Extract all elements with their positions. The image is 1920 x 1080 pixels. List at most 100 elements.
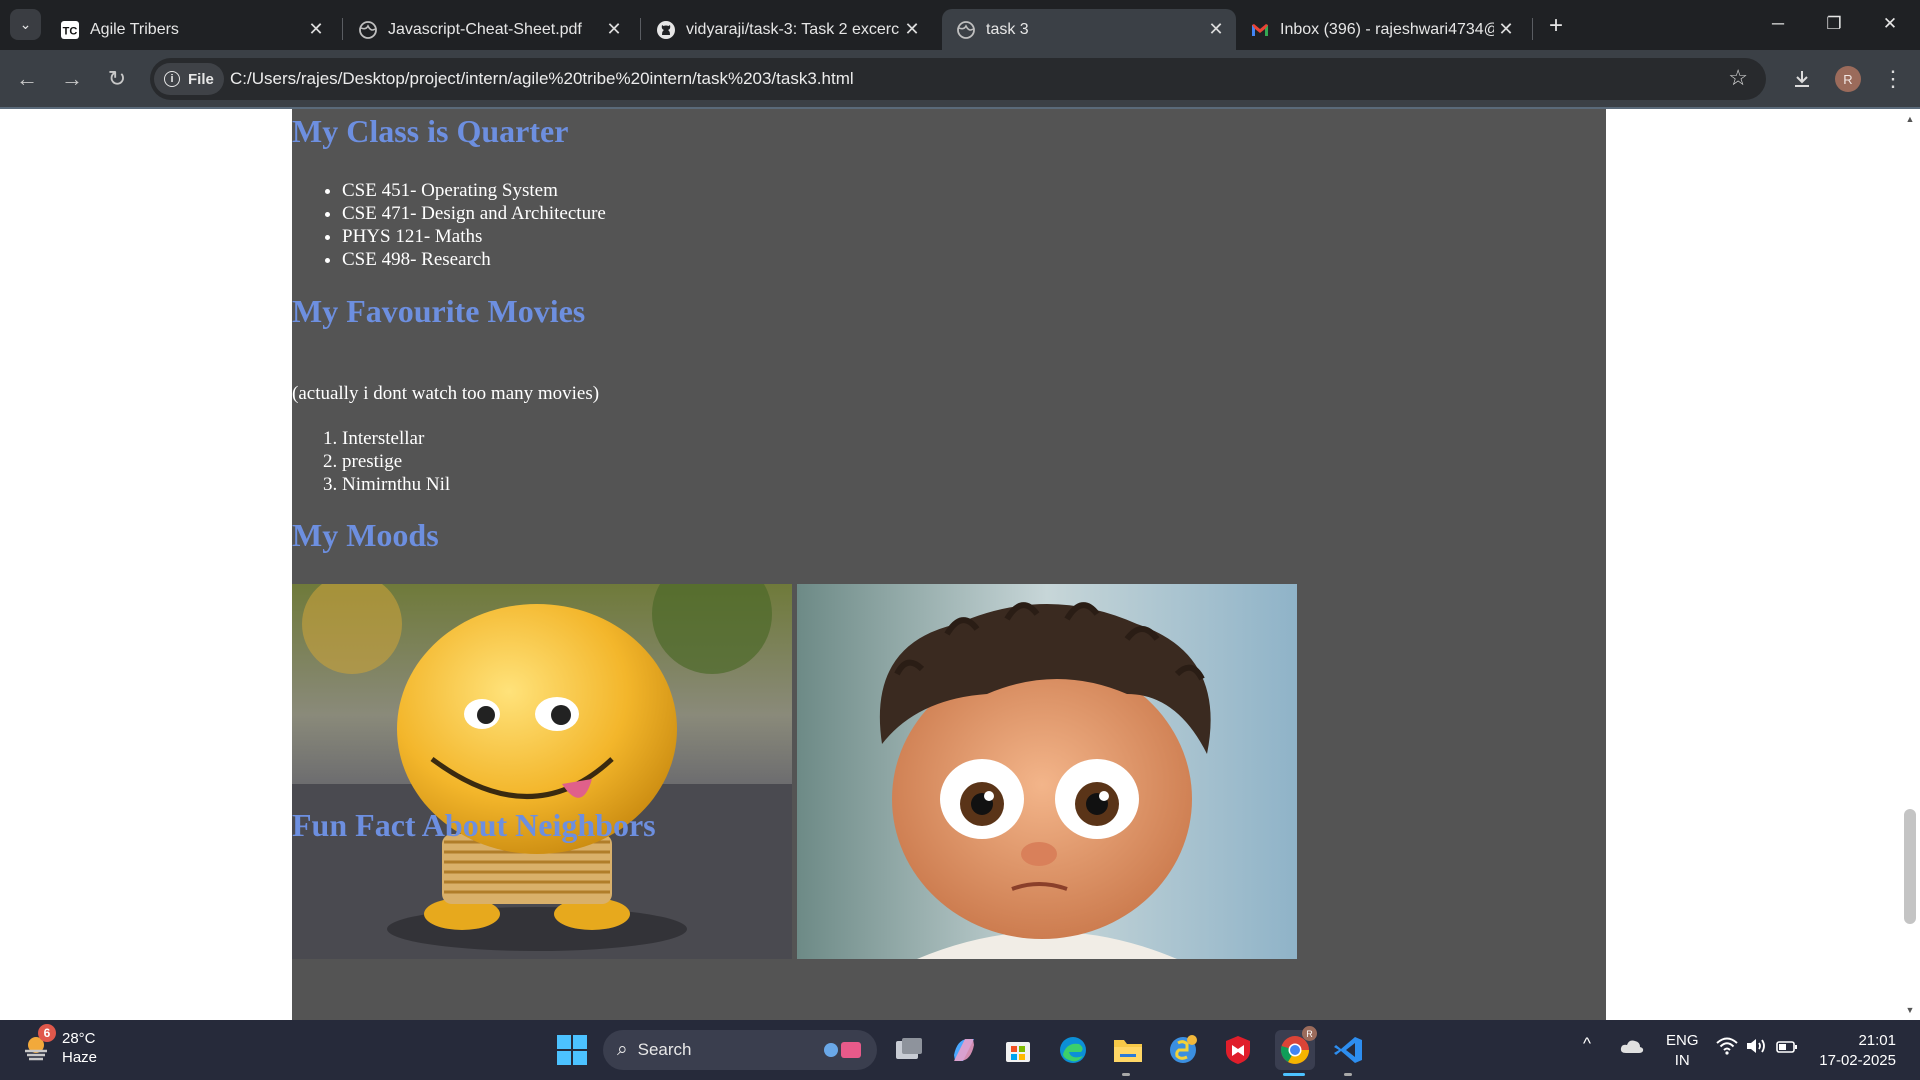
close-icon[interactable]: ✕ xyxy=(602,18,626,42)
tab-separator xyxy=(342,18,343,40)
list-item: Interstellar xyxy=(342,427,450,450)
bookmark-star-icon[interactable]: ☆ xyxy=(1728,65,1748,91)
reload-icon[interactable]: ↻ xyxy=(101,63,133,95)
profile-badge-icon: R xyxy=(1302,1026,1317,1041)
tab-agile-tribers[interactable]: TC Agile Tribers ✕ xyxy=(46,9,336,50)
taskbar-search[interactable]: ⌕ Search xyxy=(603,1030,877,1070)
tab-separator xyxy=(1532,18,1533,40)
restore-icon[interactable]: ❐ xyxy=(1806,6,1862,42)
onedrive-cloud-icon[interactable] xyxy=(1620,1038,1644,1059)
search-highlight-icon xyxy=(821,1039,865,1066)
list-item: PHYS 121- Maths xyxy=(342,225,606,248)
back-arrow-icon[interactable]: ← xyxy=(11,63,43,95)
weather-badge: 6 xyxy=(38,1024,56,1042)
address-bar[interactable]: i File C:/Users/rajes/Desktop/project/in… xyxy=(150,58,1766,100)
gmail-icon xyxy=(1250,20,1270,40)
globe-icon xyxy=(358,20,378,40)
list-item: CSE 451- Operating System xyxy=(342,179,606,202)
tab-task-3[interactable]: task 3 ✕ xyxy=(942,9,1236,50)
tab-search-button[interactable]: ⌄ xyxy=(10,9,41,40)
close-icon[interactable]: ✕ xyxy=(900,18,924,42)
weather-condition: Haze xyxy=(62,1049,98,1066)
battery-icon[interactable] xyxy=(1776,1039,1798,1059)
moods-heading: My Moods xyxy=(292,517,439,553)
task-view-icon[interactable] xyxy=(891,1032,927,1068)
scrollbar-thumb[interactable] xyxy=(1904,809,1916,924)
movies-note: (actually i dont watch too many movies) xyxy=(292,383,600,404)
movies-heading: My Favourite Movies xyxy=(292,293,586,329)
tab-title: vidyaraji/task-3: Task 2 excercise xyxy=(686,20,900,38)
system-clock[interactable]: 21:01 17-02-2025 xyxy=(1816,1031,1896,1071)
weather-widget[interactable]: 6 28°C Haze xyxy=(22,1024,98,1067)
tab-title: Inbox (396) - rajeshwari4734@gmail.com xyxy=(1280,20,1494,38)
class-heading: My Class is Quarter xyxy=(292,113,569,149)
python-ide-icon[interactable] xyxy=(1165,1032,1201,1068)
copilot-icon[interactable] xyxy=(946,1032,982,1068)
language-indicator[interactable]: ENG IN xyxy=(1666,1031,1699,1071)
globe-icon xyxy=(956,20,976,40)
info-icon: i xyxy=(164,71,180,87)
tab-separator xyxy=(640,18,641,40)
mood-image-smiley-toy xyxy=(292,584,792,959)
svg-text:TC: TC xyxy=(63,25,78,37)
download-icon[interactable] xyxy=(1787,64,1817,94)
weather-temp: 28°C xyxy=(62,1030,96,1047)
volume-icon[interactable] xyxy=(1745,1037,1767,1060)
close-icon[interactable]: ✕ xyxy=(1204,18,1228,42)
windows-start-icon[interactable] xyxy=(556,1034,588,1066)
vscode-icon[interactable] xyxy=(1331,1032,1367,1068)
windows-taskbar: 6 28°C Haze ⌕ Search R ^ ENG IN 21:01 17… xyxy=(0,1020,1920,1080)
tc-logo-icon: TC xyxy=(60,20,80,40)
kebab-menu-icon[interactable]: ⋮ xyxy=(1878,64,1908,94)
tab-javascript-cheat-sheet[interactable]: Javascript-Cheat-Sheet.pdf ✕ xyxy=(344,9,634,50)
list-item: CSE 498- Research xyxy=(342,248,606,271)
site-info-chip[interactable]: i File xyxy=(154,63,224,95)
list-item: CSE 471- Design and Architecture xyxy=(342,202,606,225)
github-icon xyxy=(656,20,676,40)
file-explorer-icon[interactable] xyxy=(1110,1032,1146,1068)
class-list: CSE 451- Operating System CSE 471- Desig… xyxy=(342,179,606,271)
running-indicator xyxy=(1344,1073,1352,1076)
forward-arrow-icon[interactable]: → xyxy=(56,63,88,95)
chevron-down-icon: ⌄ xyxy=(19,16,32,32)
tray-overflow-chevron-icon[interactable]: ^ xyxy=(1583,1034,1591,1054)
page-viewport: My Class is Quarter CSE 451- Operating S… xyxy=(0,109,1920,1020)
tab-gmail-inbox[interactable]: Inbox (396) - rajeshwari4734@gmail.com ✕ xyxy=(1236,9,1526,50)
scroll-up-arrow-icon[interactable]: ▲ xyxy=(1900,111,1920,127)
search-placeholder: Search xyxy=(637,1040,692,1059)
active-indicator xyxy=(1283,1073,1305,1076)
microsoft-store-icon[interactable] xyxy=(1000,1032,1036,1068)
close-window-icon[interactable]: ✕ xyxy=(1862,6,1918,42)
running-indicator xyxy=(1122,1073,1130,1076)
region-code: IN xyxy=(1674,1052,1690,1069)
mcafee-shield-icon[interactable] xyxy=(1220,1032,1256,1068)
scroll-down-arrow-icon[interactable]: ▼ xyxy=(1900,1002,1920,1018)
edge-browser-icon[interactable] xyxy=(1055,1032,1091,1068)
list-item: prestige xyxy=(342,450,450,473)
list-item: Nimirnthu Nil xyxy=(342,473,450,496)
tab-title: Agile Tribers xyxy=(90,20,179,38)
tab-strip: ⌄ TC Agile Tribers ✕ Javascript-Cheat-Sh… xyxy=(0,0,1920,50)
clock-date: 17-02-2025 xyxy=(1819,1052,1896,1069)
neighbors-heading: Fun Fact About Neighbors xyxy=(292,807,656,843)
browser-toolbar: ← → ↻ i File C:/Users/rajes/Desktop/proj… xyxy=(0,50,1920,108)
close-icon[interactable]: ✕ xyxy=(304,18,328,42)
movies-list: Interstellar prestige Nimirnthu Nil xyxy=(342,427,450,496)
language-code: ENG xyxy=(1666,1032,1699,1049)
tab-title: task 3 xyxy=(986,20,1029,38)
chip-label: File xyxy=(188,70,214,88)
url-text[interactable]: C:/Users/rajes/Desktop/project/intern/ag… xyxy=(230,69,854,89)
minimize-icon[interactable]: ─ xyxy=(1750,6,1806,42)
clock-time: 21:01 xyxy=(1858,1032,1896,1049)
mood-image-confused-boy xyxy=(797,584,1297,959)
search-icon: ⌕ xyxy=(617,1039,628,1060)
page-content: My Class is Quarter CSE 451- Operating S… xyxy=(292,109,1606,1020)
chrome-browser-icon[interactable]: R xyxy=(1275,1026,1317,1070)
tab-github-task3[interactable]: vidyaraji/task-3: Task 2 excercise ✕ xyxy=(642,9,932,50)
wifi-icon[interactable] xyxy=(1716,1037,1738,1060)
close-icon[interactable]: ✕ xyxy=(1494,18,1518,42)
vertical-scrollbar[interactable]: ▲ ▼ xyxy=(1900,109,1920,1020)
tab-title: Javascript-Cheat-Sheet.pdf xyxy=(388,20,582,38)
profile-avatar[interactable]: R xyxy=(1835,66,1861,92)
new-tab-button[interactable]: + xyxy=(1540,12,1572,40)
